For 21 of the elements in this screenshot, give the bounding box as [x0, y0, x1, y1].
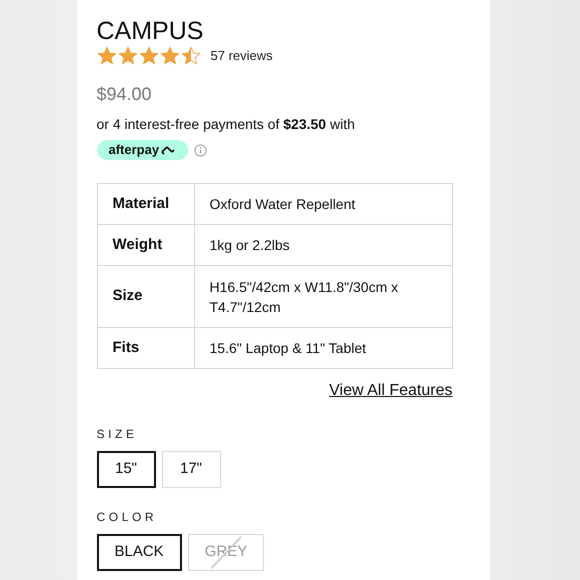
afterpay-badge[interactable]: afterpay [96, 140, 188, 160]
arrows-icon [160, 144, 176, 156]
spec-value: 15.6" Laptop & 11" Tablet [194, 328, 452, 368]
option-label: SIZE [96, 426, 139, 443]
price: $94.00 [96, 83, 152, 106]
spec-value: Oxford Water Repellent [194, 184, 452, 224]
product-title: CAMPUS [96, 17, 204, 45]
option-button[interactable]: BLACK [96, 534, 182, 571]
option-button[interactable]: 17" [162, 451, 220, 488]
option-button[interactable]: 15" [96, 451, 156, 488]
spec-label: Size [97, 266, 194, 328]
info-icon[interactable] [194, 144, 208, 156]
spec-value: 1kg or 2.2lbs [194, 224, 452, 266]
review-count[interactable]: 57 reviews [210, 46, 273, 66]
installment-text: or 4 interest-free payments of $23.50 with [96, 115, 355, 134]
spec-label: Fits [97, 328, 194, 368]
spec-label: Weight [97, 224, 194, 266]
spec-label: Material [97, 184, 194, 224]
spec-value: H16.5"/42cm x W11.8"/30cm x T4.7"/12cm [194, 266, 452, 328]
option-label: COLOR [96, 509, 158, 526]
view-features-link[interactable]: View All Features [329, 379, 452, 403]
